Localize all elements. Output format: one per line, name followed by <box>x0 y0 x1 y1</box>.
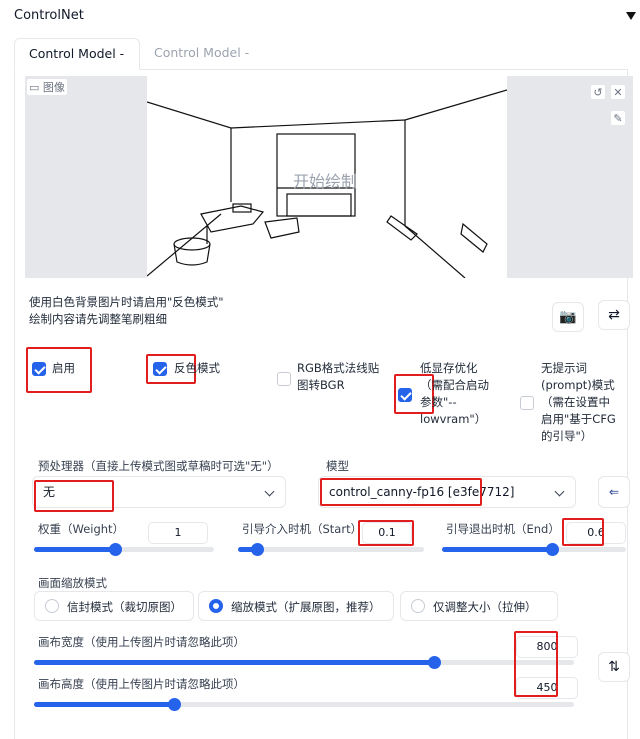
chevron-down-icon <box>554 486 565 497</box>
swap-arrows-icon: ⇄ <box>608 307 620 323</box>
canvas-placeholder: 开始绘制 <box>293 172 358 191</box>
highlight-box-start <box>358 520 414 546</box>
image-label-text: 图像 <box>42 81 65 94</box>
enable-checkbox[interactable] <box>32 362 46 376</box>
chevron-down-icon <box>264 486 275 497</box>
highlight-box-preprocessor <box>34 480 114 512</box>
highlight-box-model <box>320 478 482 506</box>
guidance-start-handle[interactable] <box>250 543 264 556</box>
rgb-bgr-checkbox[interactable] <box>277 372 291 386</box>
lowvram-checkbox[interactable] <box>398 388 412 402</box>
lowvram-line-3: 参数"-- <box>420 395 457 409</box>
radio-button[interactable] <box>45 599 59 613</box>
rgb-bgr-label: RGB格式法线贴 图转BGR <box>297 360 379 394</box>
weight-slider[interactable] <box>34 543 214 556</box>
highlight-box-end <box>562 518 604 546</box>
swap-dimensions-button[interactable]: ⇅ <box>598 652 630 682</box>
guess-mode-checkbox[interactable] <box>520 396 534 410</box>
image-left-pad <box>25 76 147 278</box>
canvas-width-handle[interactable] <box>427 656 441 669</box>
image-right-pad <box>507 76 633 278</box>
close-icon[interactable]: ✕ <box>610 84 626 100</box>
lowvram-label: 低显存优化 （需配合启动 参数"-- lowvram"） <box>420 360 489 428</box>
lowvram-line-1: 低显存优化 <box>420 361 478 375</box>
resize-option-text: 信封模式（裁切原图） <box>67 600 182 614</box>
guidance-start-slider[interactable] <box>238 543 424 556</box>
guidance-start-label: 引导介入时机（Start） <box>242 522 363 536</box>
guidance-end-slider[interactable] <box>442 543 626 556</box>
hint-line-2: 绘制内容请先调整笔刷粗细 <box>29 312 167 326</box>
preprocessor-label: 预处理器（直接上传模式图或草稿时可选"无"） <box>38 459 279 473</box>
refresh-models-button[interactable]: ⇐ <box>598 476 630 508</box>
guidance-end-fill <box>442 547 553 552</box>
hint-line-1: 使用白色背景图片时请启用"反色模式" <box>29 295 224 309</box>
controlnet-title: ControlNet <box>14 8 84 23</box>
guess-line-4: 启用"基于CFG <box>541 412 616 426</box>
resize-option-envelope[interactable]: 信封模式（裁切原图） <box>34 591 194 621</box>
enable-label: 启用 <box>52 361 75 375</box>
undo-icon[interactable]: ↺ <box>590 84 606 100</box>
weight-slider-handle[interactable] <box>109 543 122 556</box>
tab-control-model-1[interactable]: Control Model - 1 <box>140 38 270 90</box>
camera-icon: 📷 <box>559 309 577 325</box>
weight-label: 权重（Weight） <box>38 522 125 536</box>
swap-vertical-icon: ⇅ <box>608 659 620 675</box>
lowvram-line-4: lowvram"） <box>420 412 487 426</box>
resize-option-text: 仅调整大小（拉伸） <box>433 600 537 614</box>
image-label: ▭ 图像 <box>26 78 68 96</box>
reload-icon: ⇐ <box>608 485 620 499</box>
canvas-height-fill <box>34 702 175 707</box>
canvas-width-label: 画布宽度（使用上传图片时请忽略此项） <box>38 635 245 649</box>
guess-line-1: 无提示词 <box>541 361 587 375</box>
guess-line-3: （需在设置中 <box>541 395 610 409</box>
controlnet-header[interactable]: ControlNet <box>0 0 640 34</box>
canvas-width-slider[interactable] <box>34 656 574 669</box>
canvas-height-slider[interactable] <box>34 698 574 711</box>
guess-line-5: 的引导"） <box>541 429 593 443</box>
swap-button[interactable]: ⇄ <box>598 300 630 330</box>
guess-mode-label: 无提示词 (prompt)模式 （需在设置中 启用"基于CFG 的引导"） <box>541 360 616 445</box>
model-label: 模型 <box>326 459 349 473</box>
radio-button-selected[interactable] <box>209 599 223 613</box>
canvas-height-label: 画布高度（使用上传图片时请忽略此项） <box>38 677 245 691</box>
resize-mode-label: 画面缩放模式 <box>38 576 107 590</box>
camera-button[interactable]: 📷 <box>552 302 584 332</box>
invert-label: 反色模式 <box>174 361 220 375</box>
guidance-end-label: 引导退出时机（End） <box>446 522 560 536</box>
lowvram-line-2: （需配合启动 <box>420 378 489 392</box>
tab-control-model-0[interactable]: Control Model - 0 <box>14 38 140 91</box>
resize-option-text: 缩放模式（扩展原图，推荐） <box>231 600 381 614</box>
sketch-canvas[interactable]: 开始绘制 <box>147 76 507 278</box>
canvas-width-fill <box>34 660 434 665</box>
resize-option-stretch[interactable]: 仅调整大小（拉伸） <box>400 591 558 621</box>
resize-option-scale[interactable]: 缩放模式（扩展原图，推荐） <box>198 591 394 621</box>
rgb-bgr-line-1: RGB格式法线贴 <box>297 361 380 375</box>
collapse-triangle-icon[interactable] <box>626 12 636 20</box>
brush-icon[interactable]: ✎ <box>610 110 626 126</box>
invert-checkbox[interactable] <box>153 362 167 376</box>
guess-line-2: (prompt)模式 <box>541 378 615 392</box>
weight-slider-fill <box>34 547 115 552</box>
radio-button[interactable] <box>411 599 425 613</box>
highlight-box-canvas-size <box>514 631 558 697</box>
rgb-bgr-line-2: 图转BGR <box>297 378 345 392</box>
weight-input[interactable]: 1 <box>148 522 208 544</box>
